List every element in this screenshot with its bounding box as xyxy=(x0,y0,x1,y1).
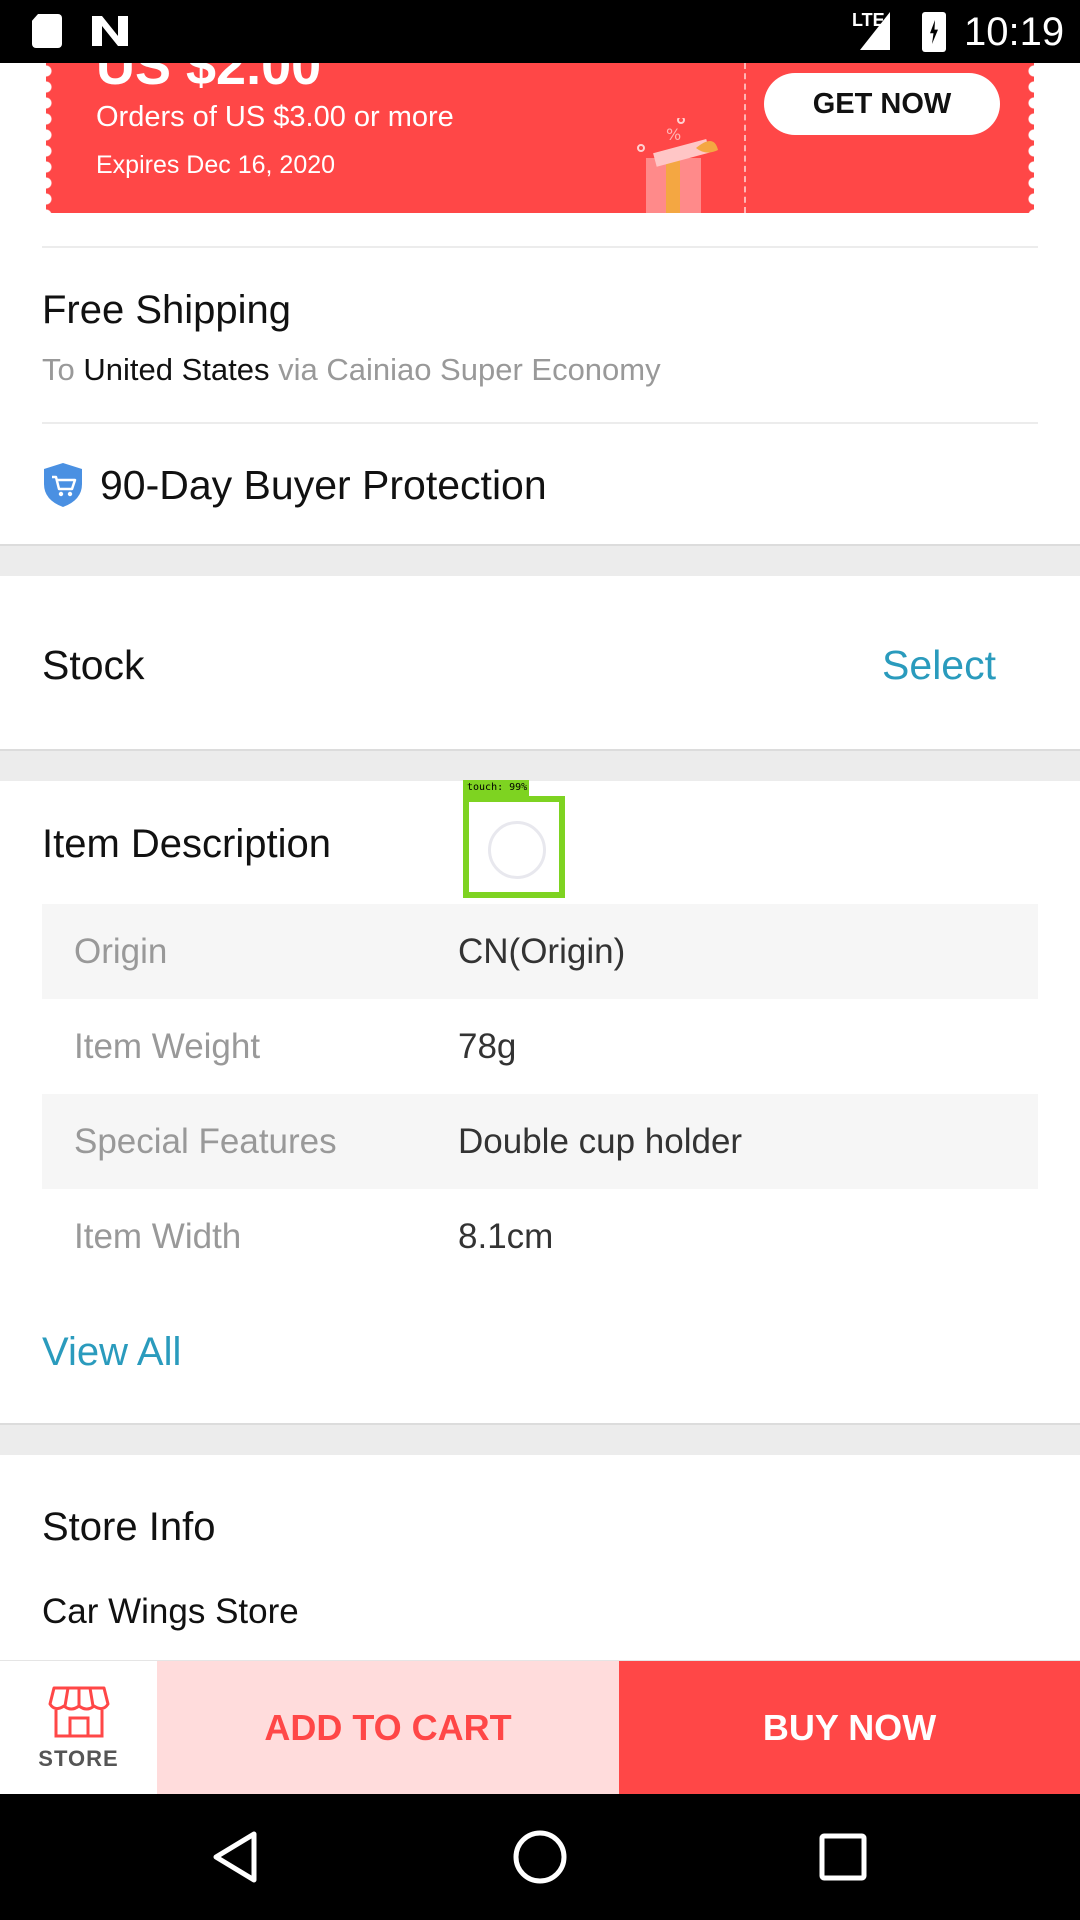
spec-row: Special Features Double cup holder xyxy=(42,1094,1038,1189)
network-type: LTE xyxy=(852,10,885,30)
shipping-detail[interactable]: To United States via Cainiao Super Econo… xyxy=(42,352,661,388)
touch-overlay-label: touch: 99% xyxy=(463,780,529,796)
coupon-card: US $2.00 Orders of US $3.00 or more Expi… xyxy=(46,63,1034,213)
shield-cart-icon xyxy=(44,463,82,507)
spec-key: Item Width xyxy=(74,1216,242,1256)
section-gap xyxy=(0,544,1080,576)
spinner-ring-icon xyxy=(488,821,546,879)
status-bar: LTE 10:19 xyxy=(0,0,1080,63)
sd-card-icon xyxy=(32,14,62,48)
shipping-prefix: To xyxy=(42,352,84,387)
buy-now-button[interactable]: BUY NOW xyxy=(619,1661,1080,1795)
divider xyxy=(42,246,1038,248)
spec-value: 78g xyxy=(458,1026,517,1066)
store-button[interactable]: STORE xyxy=(0,1661,157,1795)
divider xyxy=(42,422,1038,424)
gift-icon: % xyxy=(637,118,718,213)
store-icon xyxy=(48,1686,109,1738)
stock-select-button[interactable]: Select xyxy=(882,642,996,689)
spec-row: Item Weight 78g xyxy=(42,999,1038,1094)
store-info-title: Store Info xyxy=(42,1505,216,1549)
bottom-action-bar: STORE ADD TO CART BUY NOW xyxy=(0,1660,1080,1795)
spec-key: Special Features xyxy=(74,1121,337,1161)
spec-value: CN(Origin) xyxy=(458,931,626,971)
back-icon[interactable] xyxy=(200,1822,270,1892)
item-description-title: Item Description xyxy=(42,822,331,866)
view-all-link[interactable]: View All xyxy=(42,1330,181,1375)
spec-table: Origin CN(Origin) Item Weight 78g Specia… xyxy=(42,904,1038,1284)
recents-icon[interactable] xyxy=(808,1822,878,1892)
add-to-cart-button[interactable]: ADD TO CART xyxy=(157,1661,619,1795)
coupon-condition: Orders of US $3.00 or more xyxy=(96,101,454,133)
spec-key: Origin xyxy=(74,931,168,971)
system-nav-bar xyxy=(0,1794,1080,1920)
spec-row: Item Width 8.1cm xyxy=(42,1189,1038,1284)
home-icon[interactable] xyxy=(505,1822,575,1892)
coupon-expiry: Expires Dec 16, 2020 xyxy=(96,151,336,179)
coupon-divider xyxy=(744,63,746,213)
shipping-method: via Cainiao Super Economy xyxy=(269,352,661,387)
spec-key: Item Weight xyxy=(74,1026,261,1066)
shipping-title[interactable]: Free Shipping xyxy=(42,288,291,333)
buyer-protection-label: 90-Day Buyer Protection xyxy=(100,461,547,508)
section-gap xyxy=(0,749,1080,781)
coupon-edge-left xyxy=(46,63,56,213)
stock-label: Stock xyxy=(42,642,145,688)
loading-spinner: touch: 99% xyxy=(463,780,565,898)
n-icon xyxy=(92,16,128,46)
spec-row: Origin CN(Origin) xyxy=(42,904,1038,999)
buyer-protection-row[interactable]: 90-Day Buyer Protection xyxy=(42,460,547,510)
shipping-destination: United States xyxy=(83,352,270,387)
section-gap xyxy=(0,1423,1080,1455)
coupon-amount: US $2.00 xyxy=(96,63,322,96)
spec-value: Double cup holder xyxy=(458,1121,743,1161)
get-coupon-button[interactable]: GET NOW xyxy=(764,73,1000,135)
spec-value: 8.1cm xyxy=(458,1216,554,1256)
svg-text:%: % xyxy=(666,125,681,144)
store-name[interactable]: Car Wings Store xyxy=(42,1592,299,1632)
store-button-label: STORE xyxy=(38,1746,119,1771)
clock: 10:19 xyxy=(964,10,1065,54)
battery-charging-icon xyxy=(922,12,946,52)
coupon-edge-right xyxy=(1024,63,1034,213)
